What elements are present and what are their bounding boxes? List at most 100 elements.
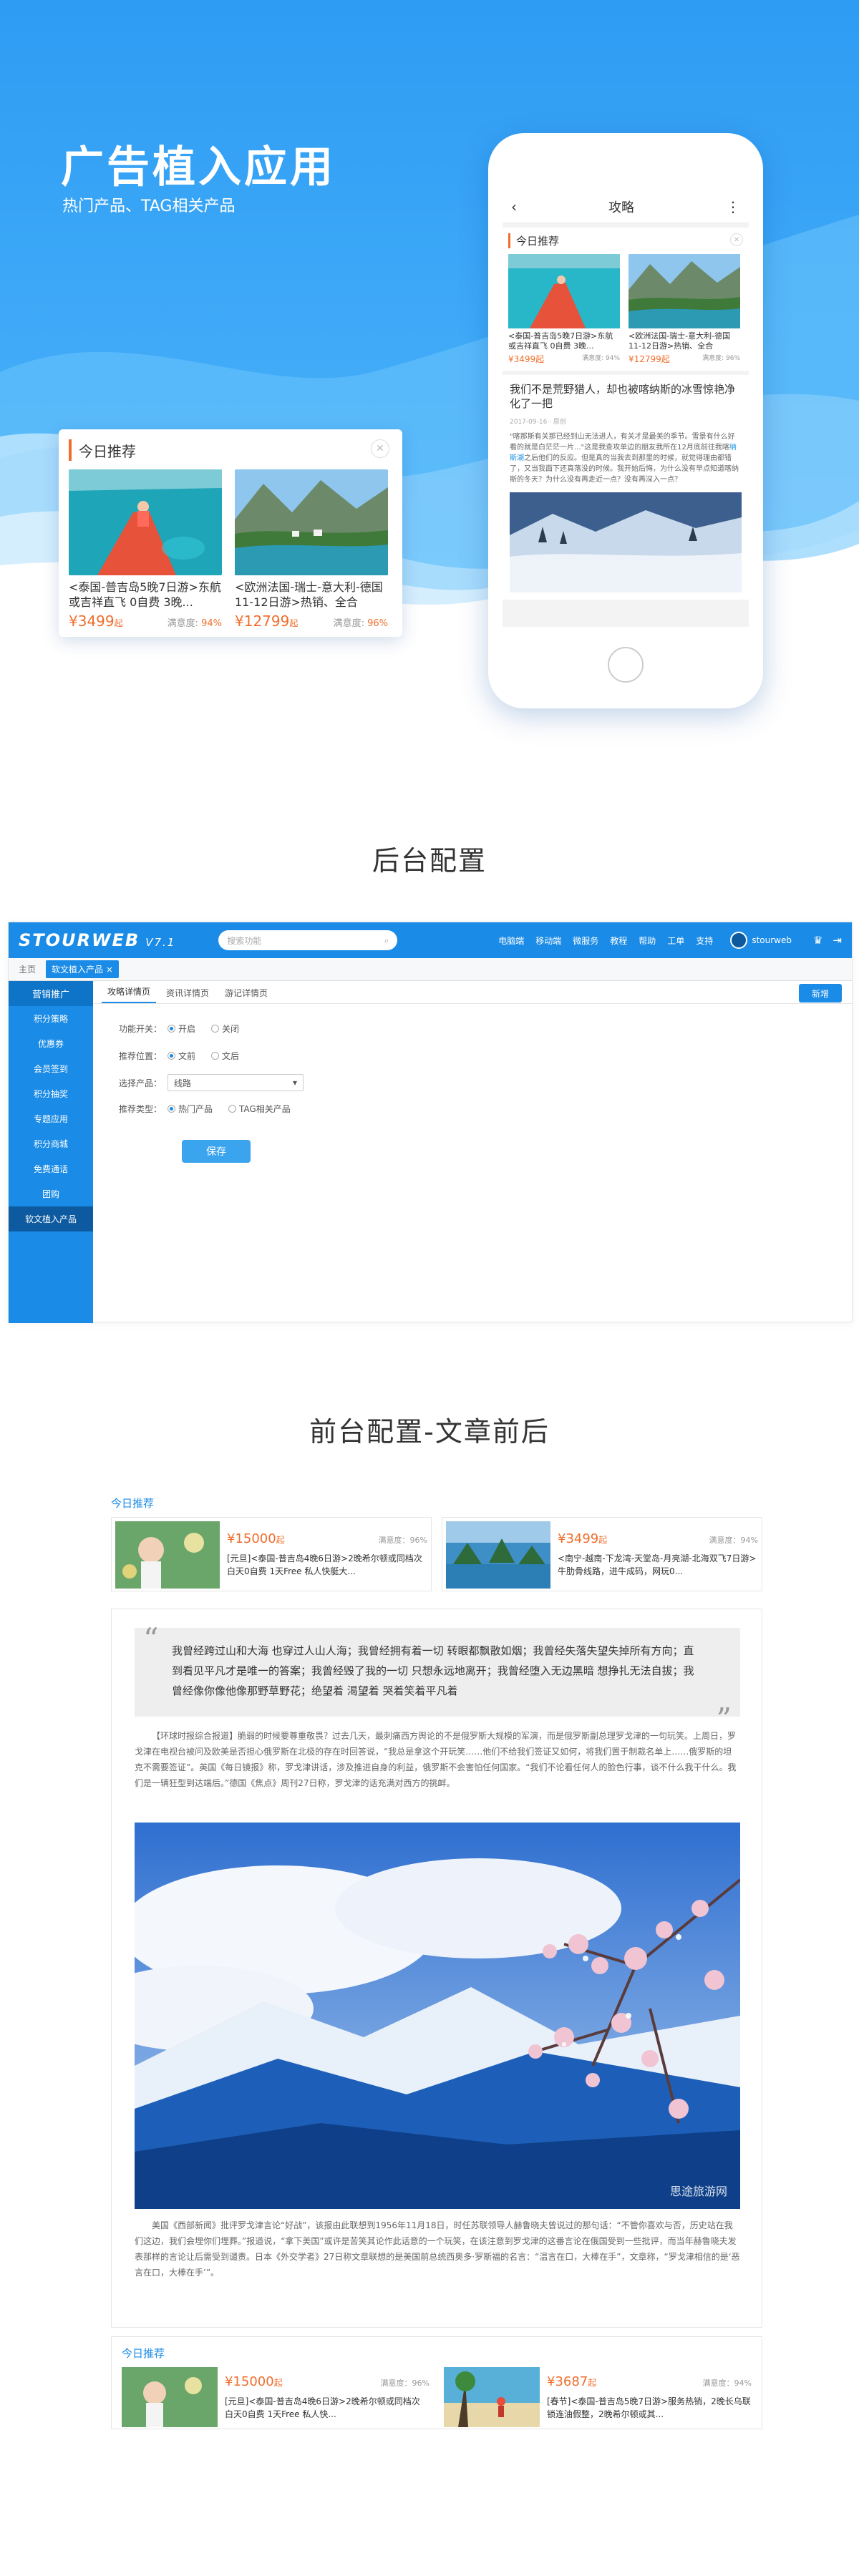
phone-header: ‹ 攻略 ⋮ (503, 190, 749, 223)
phone-rec-header: 今日推荐 (516, 235, 560, 248)
admin-tabs: 主页 软文植入产品 × (9, 958, 852, 981)
shirt-icon[interactable]: ♛ (813, 934, 822, 947)
article-paragraph: 美国《西部新闻》批评罗戈津言论“好战”，该报由此联想到1956年11月18日，时… (135, 2220, 740, 2278)
close-icon[interactable]: ✕ (371, 439, 389, 458)
child-flowers-photo (122, 2367, 218, 2427)
logout-icon[interactable]: ⇥ (833, 934, 842, 947)
sidebar-item-active[interactable]: 软文植入产品 (9, 1206, 93, 1231)
satisfaction: 满意度: 94% (582, 355, 620, 362)
admin-sidebar: 营销推广 积分策略 优惠券 会员签到 积分抽奖 专题应用 积分商城 免费通话 团… (9, 981, 93, 1323)
promo-item-title: <欧洲法国-瑞士-意大利-德国11-12日游>热销、全合 (235, 580, 383, 609)
chevron-left-icon[interactable]: ‹ (511, 198, 517, 215)
form-row-type: 推荐类型： 热门产品 TAG相关产品 (118, 1103, 291, 1115)
blossom-mountain-photo: 思途旅游网 (135, 1823, 740, 2209)
promo-header: 今日推荐 (69, 439, 392, 461)
article-preview: 今日推荐 ¥15000起 满意度：96% [元旦]<泰国-普吉岛4晚6日游>2晚希… (111, 1496, 762, 2429)
admin-nav: 电脑端 移动端 微服务 教程 帮助 工单 支持 stourweb (498, 932, 792, 949)
nav-item[interactable]: 帮助 (639, 935, 656, 947)
sidebar-item[interactable]: 团购 (9, 1181, 93, 1206)
phone-rec-title: <泰国-普吉岛5晚7日游>东航或吉祥直飞 0自费 3晚... (508, 331, 613, 351)
sidebar-item[interactable]: 免费通话 (9, 1156, 93, 1181)
admin-panel: STOURWEB V7.1 搜索功能 ⌕ 电脑端 移动端 微服务 教程 帮助 工单 … (8, 922, 853, 1323)
phone-mockup: ‹ 攻略 ⋮ 今日推荐 ✕ <泰国-普吉岛5晚7日游>东航或吉祥直飞 0自费 3晚… (488, 133, 763, 708)
rec-desc: <南宁-越南-下龙湾-天堂岛-月亮湖-北海双飞7日游>牛肋骨线路，进牛成码，网玩… (558, 1553, 757, 1576)
child-flowers-photo (115, 1521, 220, 1589)
nav-item[interactable]: 微服务 (573, 935, 598, 947)
price: ¥15000起 (227, 1531, 285, 1546)
sidebar-header: 营销推广 (9, 981, 93, 1006)
phone-article-title: 我们不是荒野猎人，却也被喀纳斯的冰雪惊艳净化了一把 (510, 383, 736, 410)
sidebar-item[interactable]: 专题应用 (9, 1106, 93, 1131)
price: ¥12799起 (235, 613, 299, 630)
phone-article-text: "喀那斯有关那已经到山无法进人，有关才是最美的季节。雪景有什么好看的就是白茫茫一… (510, 433, 739, 484)
satisfaction: 满意度：94% (709, 1535, 758, 1545)
radio-tag[interactable]: TAG相关产品 (228, 1103, 291, 1115)
price: ¥12799起 (629, 354, 670, 364)
form-row-position: 推荐位置： 文前 文后 (118, 1050, 240, 1062)
sidebar-item[interactable]: 优惠券 (9, 1031, 93, 1056)
radio-after[interactable]: 文后 (211, 1050, 239, 1062)
sidebar-item[interactable]: 积分抽奖 (9, 1081, 93, 1106)
search-input[interactable]: 搜索功能 ⌕ (218, 930, 398, 950)
form-row-switch: 功能开关： 开启 关闭 (118, 1023, 240, 1035)
promo-item[interactable]: <泰国-普吉岛5晚7日游>东航或吉祥直飞 0自费 3晚... ¥3499起 满意… (69, 469, 222, 630)
satisfaction: 满意度：94% (702, 2378, 752, 2388)
phone-article: 我们不是荒野猎人，却也被喀纳斯的冰雪惊艳净化了一把 2017-09-16 · 原… (503, 375, 749, 600)
section-title-admin: 后台配置 (372, 845, 487, 877)
nav-item[interactable]: 移动端 (535, 935, 561, 947)
nav-item[interactable]: 教程 (610, 935, 627, 947)
quote-open-icon: “ (143, 1621, 159, 1657)
home-button[interactable] (608, 647, 644, 683)
save-button[interactable]: 保存 (182, 1140, 251, 1163)
close-icon: × (105, 965, 113, 975)
nav-item[interactable]: 工单 (667, 935, 684, 947)
subtab[interactable]: 资讯详情页 (160, 982, 215, 1003)
article-quote: “ 我曾经跨过山和大海 也穿过人山人海；我曾经拥有着一切 转眼都飘散如烟；我曾经… (135, 1621, 740, 1735)
section-title-front: 前台配置-文章前后 (309, 1416, 550, 1448)
rec-item[interactable]: ¥15000起 满意度：96% [元旦]<泰国-普吉岛4晚6日游>2晚希尔顿或同档… (122, 2367, 430, 2427)
article-body: “ 我曾经跨过山和大海 也穿过人山人海；我曾经拥有着一切 转眼都飘散如烟；我曾经… (111, 1609, 762, 2328)
promo-card: 今日推荐 ✕ <泰国-普吉岛5晚7日游>东航或吉祥直飞 0自费 3晚... ¥3… (59, 429, 402, 637)
hero-title: 广告植入应用 (61, 142, 336, 192)
price: ¥3499起 (69, 613, 123, 630)
kayak-photo (508, 254, 620, 328)
mountain-lake-photo (629, 254, 740, 328)
price: ¥3499起 (558, 1531, 608, 1546)
rec-item[interactable]: ¥3499起 满意度：94% <南宁-越南-下龙湾-天堂岛-月亮湖-北海双飞7日游… (442, 1517, 762, 1591)
rec-label: 今日推荐 (111, 1497, 155, 1510)
close-icon[interactable]: ✕ (730, 233, 743, 246)
admin-main: 攻略详情页 资讯详情页 游记详情页 新增 功能开关： 开启 关闭 推荐位置： 文… (93, 981, 852, 1322)
nav-item[interactable]: 电脑端 (498, 935, 524, 947)
bottom-rec-card: 今日推荐 ¥15000起 满意度：96% [元旦]<泰国-普吉岛4晚6日游>2晚希… (111, 2336, 762, 2429)
rec-item[interactable]: ¥15000起 满意度：96% [元旦]<泰国-普吉岛4晚6日游>2晚希尔顿或同档… (111, 1517, 432, 1591)
rec-item[interactable]: ¥3687起 满意度：94% [春节]<泰国-普吉岛5晚7日游>服务热销，2晚长乌… (444, 2367, 752, 2427)
sidebar-item[interactable]: 积分策略 (9, 1006, 93, 1031)
price: ¥15000起 (225, 2373, 283, 2389)
snow-photo (510, 492, 742, 592)
radio-before[interactable]: 文前 (168, 1050, 195, 1062)
phone-rec-title: <欧洲法国-瑞士-意大利-德国11-12日游>热销、全合 (629, 331, 731, 351)
tab-softad[interactable]: 软文植入产品 × (46, 960, 119, 978)
avatar (730, 932, 748, 949)
phone-article-meta: 2017-09-16 · 原创 (510, 419, 566, 426)
add-button[interactable]: 新增 (799, 984, 842, 1002)
subtab[interactable]: 攻略详情页 (102, 981, 157, 1003)
promo-item[interactable]: <欧洲法国-瑞士-意大利-德国11-12日游>热销、全合 ¥12799起 满意度… (235, 469, 388, 630)
islands-photo (446, 1521, 550, 1589)
tab-home[interactable]: 主页 (13, 960, 42, 978)
kayak-photo (69, 469, 222, 575)
radio-on[interactable]: 开启 (168, 1023, 195, 1035)
sidebar-item[interactable]: 会员签到 (9, 1056, 93, 1081)
radio-hot[interactable]: 热门产品 (168, 1103, 213, 1115)
admin-topbar: STOURWEB V7.1 搜索功能 ⌕ 电脑端 移动端 微服务 教程 帮助 工单 … (9, 922, 852, 958)
product-select[interactable]: 线路 ▾ (168, 1074, 304, 1091)
phone-rec-item[interactable]: <泰国-普吉岛5晚7日游>东航或吉祥直飞 0自费 3晚... ¥3499起 满意度… (508, 254, 620, 365)
sidebar-item[interactable]: 积分商城 (9, 1131, 93, 1156)
nav-item[interactable]: 支持 (696, 935, 713, 947)
more-vertical-icon[interactable]: ⋮ (726, 198, 740, 215)
phone-rec-item[interactable]: <欧洲法国-瑞士-意大利-德国11-12日游>热销、全合 ¥12799起 满意度:… (629, 254, 740, 365)
radio-off[interactable]: 关闭 (211, 1023, 239, 1035)
user-menu[interactable]: stourweb (730, 932, 792, 949)
phone-screen: ‹ 攻略 ⋮ 今日推荐 ✕ <泰国-普吉岛5晚7日游>东航或吉祥直飞 0自费 3晚… (503, 190, 749, 627)
subtab[interactable]: 游记详情页 (219, 982, 273, 1003)
